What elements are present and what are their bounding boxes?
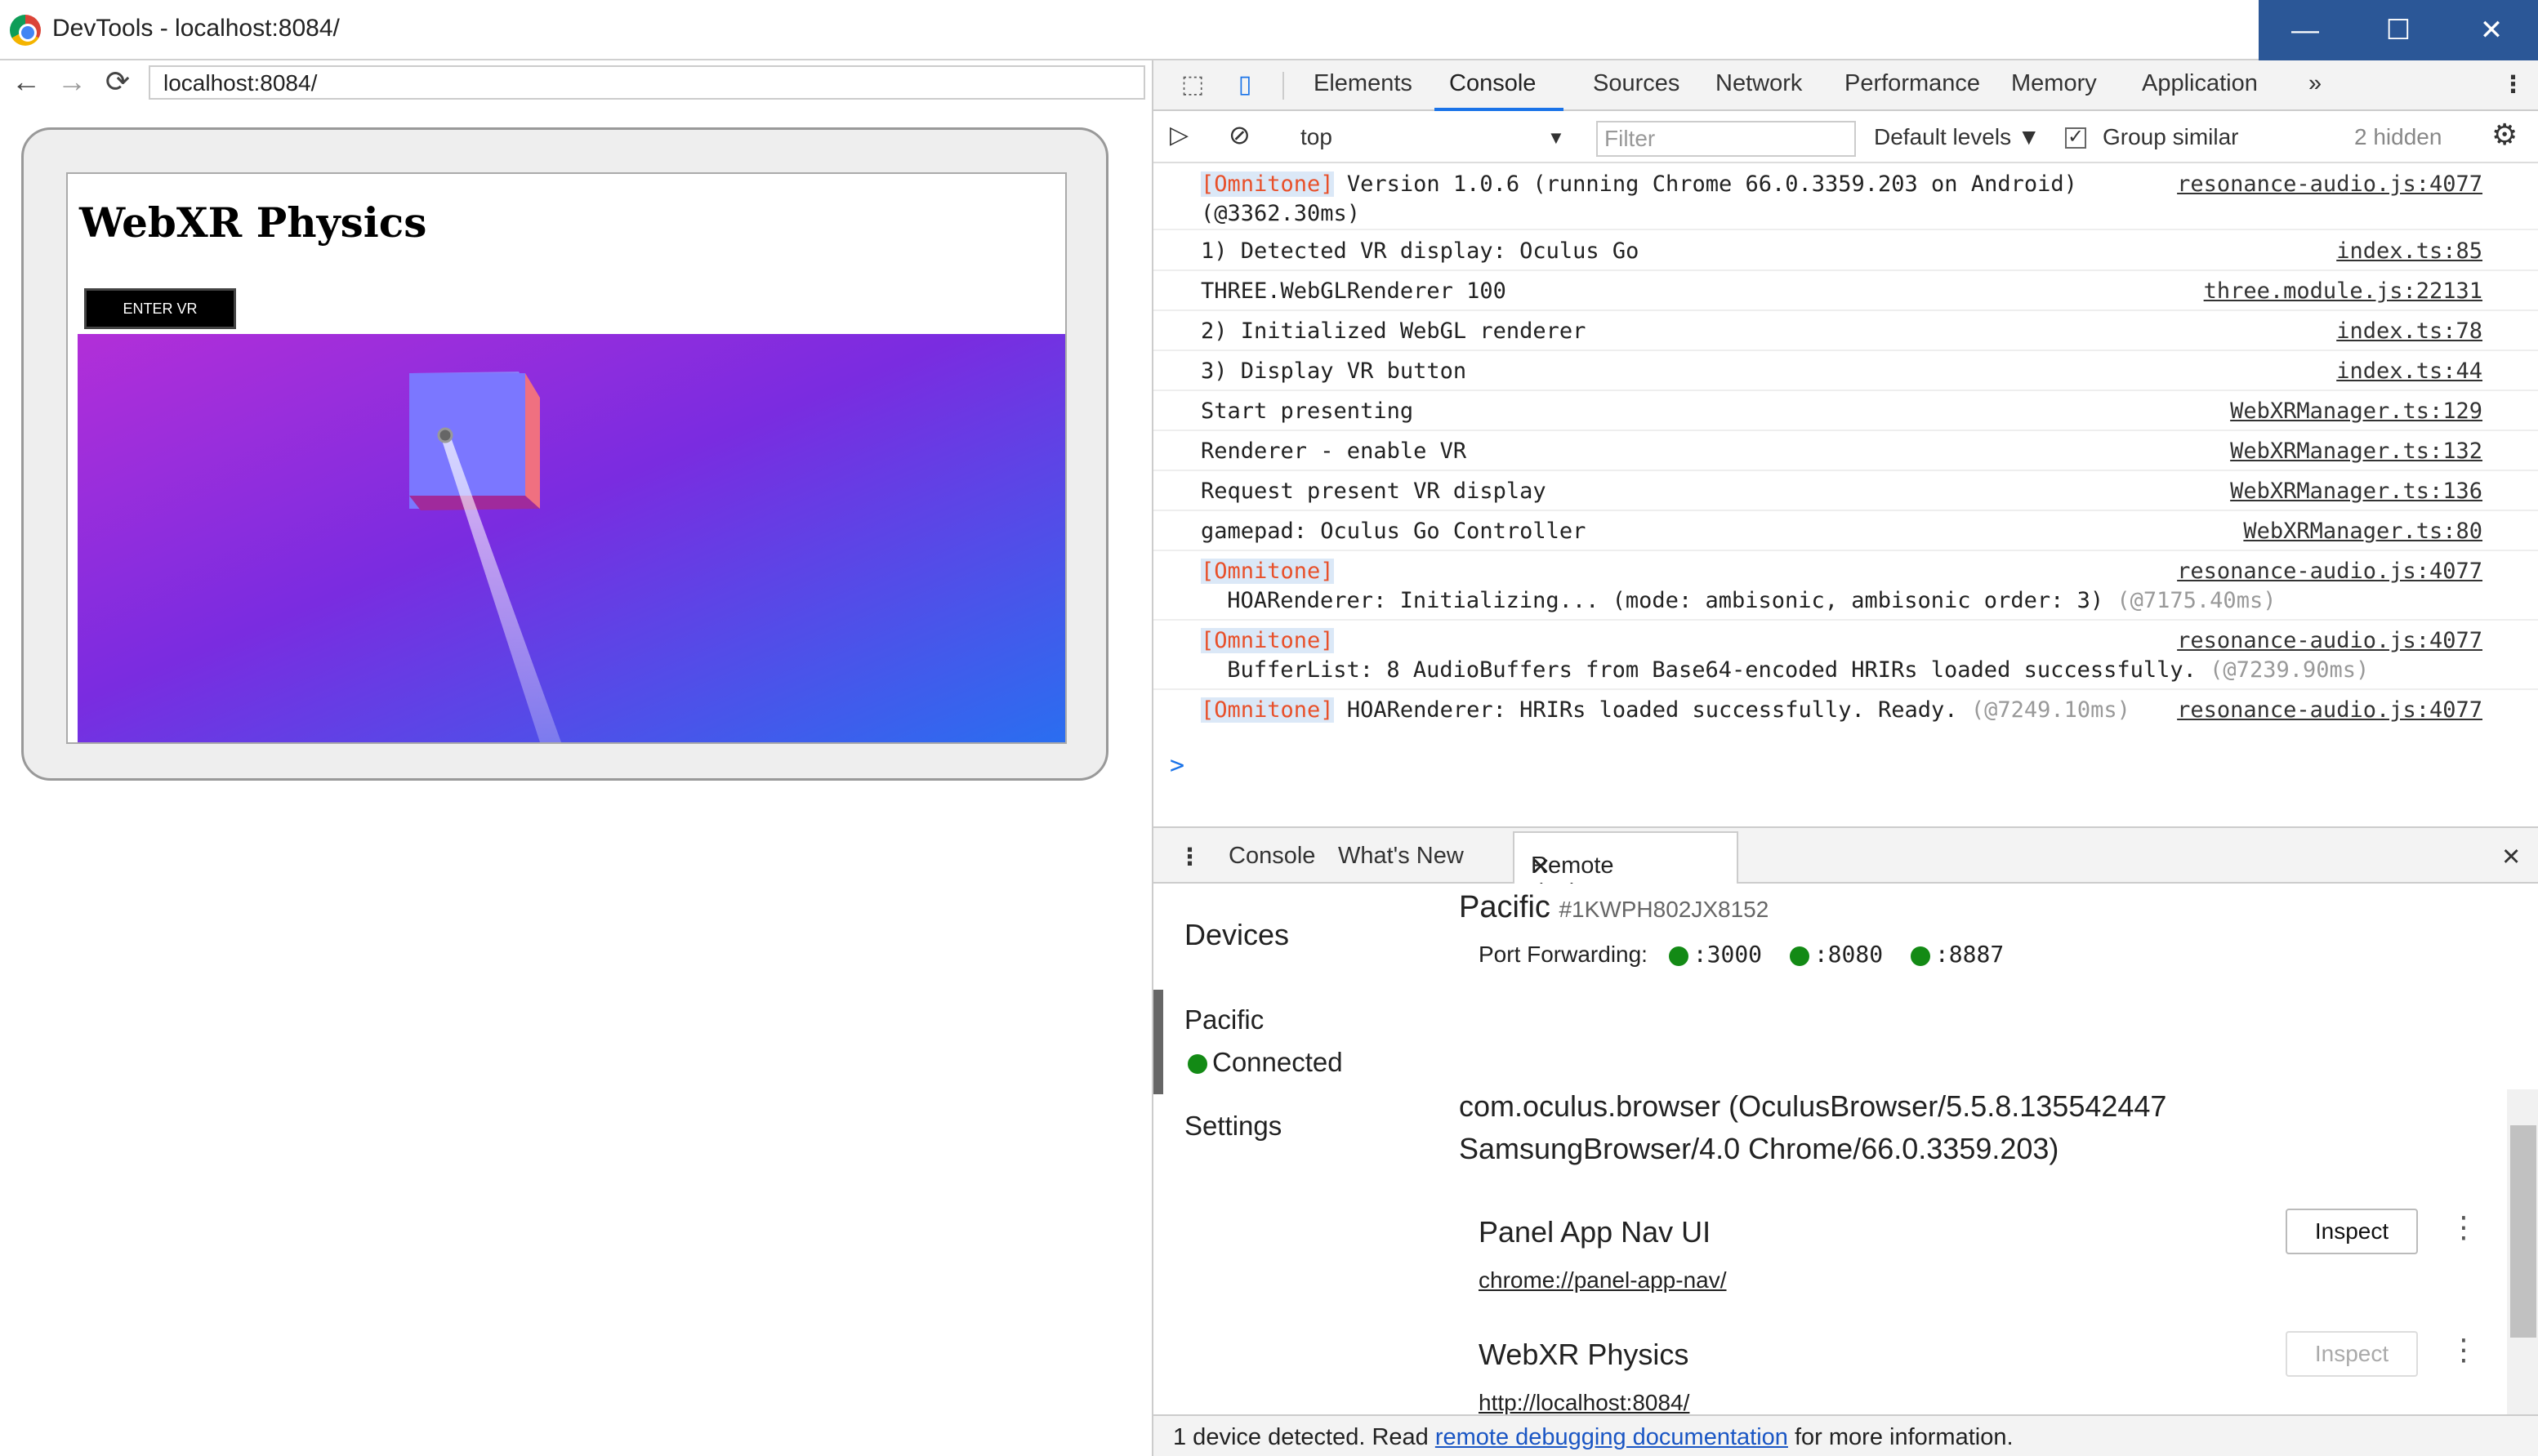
group-similar-checkbox[interactable]: ✓ (2065, 127, 2086, 149)
source-link[interactable]: WebXRManager.ts:136 (2230, 479, 2482, 504)
port-forwarding: Port Forwarding: :3000 :8080 :8887 (1479, 941, 2005, 968)
source-link[interactable]: resonance-audio.js:4077 (2177, 628, 2482, 653)
tab-sources[interactable]: Sources (1593, 70, 1679, 97)
target-url[interactable]: http://localhost:8084/ (1479, 1390, 1689, 1416)
tab-console[interactable]: Console (1449, 70, 1536, 97)
source-link[interactable]: resonance-audio.js:4077 (2177, 171, 2482, 197)
chevron-down-icon[interactable]: ▼ (1547, 127, 1565, 149)
remote-devices-panel: Devices Pacific Connected Settings Pacif… (1153, 884, 2538, 1456)
connected-status-icon (1188, 1054, 1207, 1075)
active-tab-indicator (1434, 108, 1563, 111)
inspect-button[interactable]: Inspect (2286, 1331, 2418, 1377)
close-drawer-icon[interactable]: ✕ (2501, 843, 2521, 871)
minimize-button[interactable]: — (2259, 0, 2352, 60)
back-arrow-icon[interactable]: ← (10, 65, 42, 98)
context-select[interactable]: top (1300, 124, 1332, 150)
drawer-tab-remote-devices[interactable]: Remote devices ✕ (1513, 831, 1738, 906)
device-frame: WebXR Physics ENTER VR (21, 127, 1108, 781)
source-link[interactable]: WebXRManager.ts:129 (2230, 399, 2482, 424)
target-url[interactable]: chrome://panel-app-nav/ (1479, 1267, 1727, 1293)
sidebar-item-pacific[interactable]: Pacific (1184, 1004, 1264, 1035)
tab-performance[interactable]: Performance (1844, 70, 1980, 97)
console-message: [Omnitone] HOARenderer: Initializing... … (1153, 552, 2538, 621)
page-title: WebXR Physics (79, 198, 427, 247)
log-levels-select[interactable]: Default levels ▼ (1874, 124, 2041, 150)
forward-arrow-icon[interactable]: → (56, 65, 88, 98)
drawer-menu-icon[interactable]: ⋮ (1178, 843, 1202, 871)
tab-memory[interactable]: Memory (2011, 70, 2097, 97)
window-controls: — ☐ ✕ (2259, 0, 2538, 60)
status-bar: 1 device detected. Read remote debugging… (1153, 1414, 2538, 1456)
target-title: WebXR Physics (1479, 1338, 1689, 1371)
console-message: 3) Display VR button index.ts:44 (1153, 352, 2538, 391)
hidden-count: 2 hidden (2354, 124, 2442, 149)
inspect-button[interactable]: Inspect (2286, 1209, 2418, 1254)
enter-vr-button[interactable]: ENTER VR (84, 288, 236, 329)
drawer-tab-whats-new[interactable]: What's New (1338, 843, 1464, 870)
console-message: Renderer - enable VR WebXRManager.ts:132 (1153, 432, 2538, 471)
maximize-button[interactable]: ☐ (2352, 0, 2445, 60)
window-titlebar: DevTools - localhost:8084/ — ☐ ✕ (0, 0, 2538, 60)
device-toolbar-icon[interactable]: ▯ (1229, 69, 1261, 101)
target-menu-icon[interactable]: ⋮ (2449, 1333, 2478, 1367)
source-link[interactable]: resonance-audio.js:4077 (2177, 697, 2482, 723)
device-header: Pacific #1KWPH802JX8152 (1459, 890, 1769, 924)
scrollbar[interactable] (2507, 1089, 2538, 1456)
source-link[interactable]: three.module.js:22131 (2204, 278, 2482, 304)
scrollbar-thumb[interactable] (2510, 1125, 2536, 1338)
selection-indicator (1153, 990, 1163, 1094)
source-link[interactable]: WebXRManager.ts:80 (2243, 519, 2482, 544)
chrome-icon (10, 15, 41, 46)
source-link[interactable]: index.ts:78 (2336, 318, 2482, 344)
url-bar[interactable]: localhost:8084/ (149, 65, 1145, 100)
docs-link[interactable]: remote debugging documentation (1435, 1424, 1788, 1450)
group-similar-label: Group similar (2103, 124, 2239, 149)
more-tabs-icon[interactable]: » (2308, 70, 2322, 97)
reload-icon[interactable]: ⟳ (101, 65, 134, 98)
browser-info-line1: com.oculus.browser (OculusBrowser/5.5.8.… (1459, 1089, 2167, 1123)
device-screen: WebXR Physics ENTER VR (66, 172, 1067, 744)
target-menu-icon[interactable]: ⋮ (2449, 1210, 2478, 1245)
console-message: [Omnitone] HOARenderer: HRIRs loaded suc… (1201, 697, 2482, 723)
devices-heading: Devices (1184, 918, 1290, 951)
console-toolbar: ▷ ⊘ top ▼ Filter Default levels ▼ ✓ Grou… (1153, 113, 2538, 163)
console-message: [Omnitone] Version 1.0.6 (running Chrome… (1153, 165, 2538, 230)
devtools-menu-icon[interactable]: ⋮ (2501, 70, 2525, 99)
sidebar-item-settings[interactable]: Settings (1184, 1111, 1282, 1142)
filter-input[interactable]: Filter (1596, 121, 1856, 157)
settings-gear-icon[interactable]: ⚙ (2491, 118, 2518, 152)
console-log: [Omnitone] Version 1.0.6 (running Chrome… (1153, 165, 2538, 825)
console-prompt[interactable]: > (1170, 751, 1184, 780)
source-link[interactable]: resonance-audio.js:4077 (2177, 559, 2482, 584)
clear-console-icon[interactable]: ⊘ (1229, 119, 1251, 150)
console-message: [Omnitone] BufferList: 8 AudioBuffers fr… (1153, 621, 2538, 690)
target-title: Panel App Nav UI (1479, 1215, 1711, 1249)
device-status: Connected (1188, 1047, 1343, 1078)
drawer-tabbar: ⋮ Console What's New Remote devices ✕ ✕ (1153, 826, 2538, 906)
inspect-element-icon[interactable]: ⬚ (1176, 69, 1209, 101)
console-message: 1) Detected VR display: Oculus Go index.… (1153, 232, 2538, 271)
drawer-tab-console[interactable]: Console (1229, 843, 1315, 870)
close-tab-icon[interactable]: ✕ (1531, 853, 1550, 881)
close-window-button[interactable]: ✕ (2445, 0, 2538, 60)
browser-pane: ← → ⟳ localhost:8084/ WebXR Physics ENTE… (0, 60, 1152, 1456)
console-message: Start presenting WebXRManager.ts:129 (1153, 392, 2538, 431)
console-message: gamepad: Oculus Go Controller WebXRManag… (1153, 512, 2538, 551)
webgl-scene[interactable] (78, 334, 1066, 742)
source-link[interactable]: WebXRManager.ts:132 (2230, 439, 2482, 464)
console-message: THREE.WebGLRenderer 100 three.module.js:… (1153, 272, 2538, 311)
tab-elements[interactable]: Elements (1314, 70, 1412, 97)
console-message: Request present VR display WebXRManager.… (1153, 472, 2538, 511)
source-link[interactable]: index.ts:85 (2336, 238, 2482, 264)
window-title: DevTools - localhost:8084/ (52, 15, 340, 42)
tab-application[interactable]: Application (2142, 70, 2258, 97)
browser-info-line2: SamsungBrowser/4.0 Chrome/66.0.3359.203) (1459, 1132, 2059, 1165)
console-message: 2) Initialized WebGL renderer index.ts:7… (1153, 312, 2538, 351)
devtools-tabbar: ⬚ ▯ Elements Console Sources Network Per… (1153, 60, 2538, 111)
devtools-pane: ⬚ ▯ Elements Console Sources Network Per… (1152, 60, 2538, 1456)
browser-nav: ← → ⟳ localhost:8084/ (0, 60, 1152, 103)
sidebar-toggle-icon[interactable]: ▷ (1170, 121, 1189, 149)
tab-network[interactable]: Network (1715, 70, 1802, 97)
source-link[interactable]: index.ts:44 (2336, 358, 2482, 384)
